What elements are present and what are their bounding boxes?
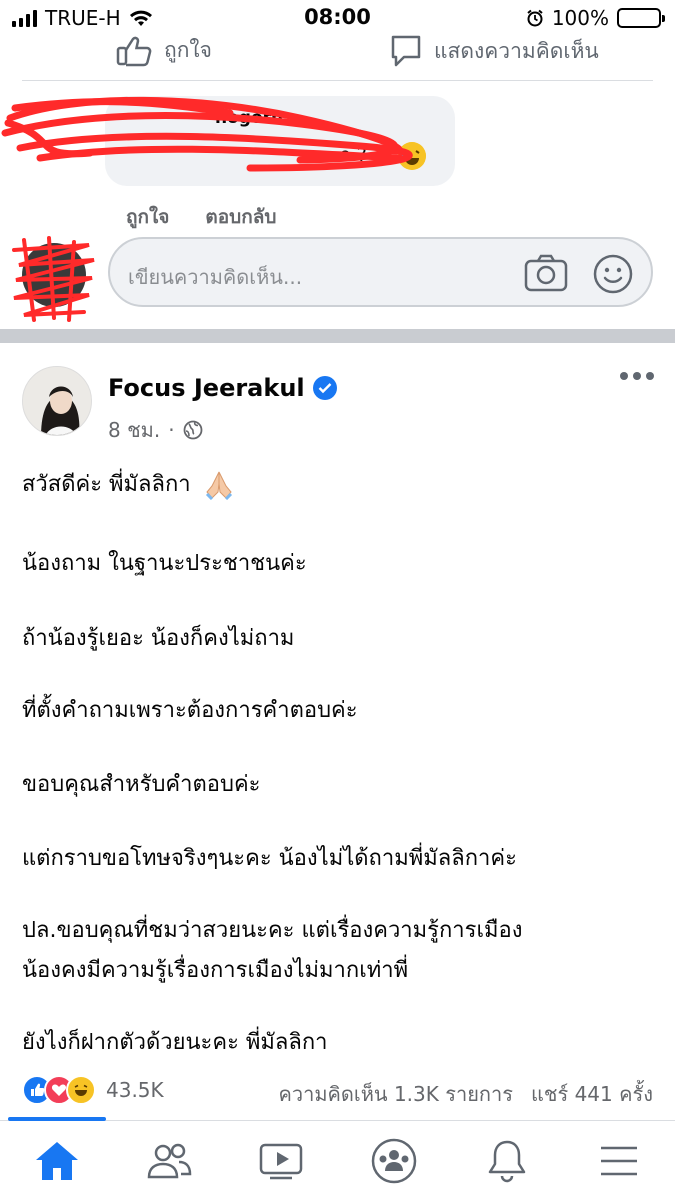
comment-button[interactable]: แสดงความคิดเห็น	[390, 34, 599, 68]
post-line: ที่ตั้งคำถามเพราะต้องการคำตอบค่ะ	[22, 698, 358, 723]
comment-icon	[391, 35, 421, 67]
reactions-count: 43.5K	[106, 1078, 164, 1102]
post-line: น้องถาม ในฐานะประชาชนค่ะ	[22, 551, 307, 576]
post-meta: 8 ชม. ·	[108, 414, 203, 446]
comment-actions: ถูกใจ ตอบกลับ	[126, 202, 276, 232]
verified-badge-icon	[312, 376, 337, 400]
groups-icon	[371, 1138, 417, 1184]
nav-watch[interactable]	[251, 1135, 311, 1187]
camera-icon[interactable]	[524, 253, 568, 293]
post-line: ปล.ขอบคุณที่ชมว่าสวยนะคะ แต่เรื่องความรู…	[22, 918, 523, 943]
comment-reply-button[interactable]: ตอบกลับ	[205, 202, 276, 232]
previous-post-actions: ถูกใจ แสดงความคิดเห็น	[0, 26, 675, 82]
post-author[interactable]: Focus Jeerakul	[108, 374, 337, 402]
nav-friends[interactable]	[139, 1135, 199, 1187]
post-time[interactable]: 8 ชม.	[108, 414, 160, 446]
haha-reaction-icon	[66, 1075, 96, 1105]
nav-notifications[interactable]	[477, 1135, 537, 1187]
like-button[interactable]: ถูกใจ	[116, 34, 212, 67]
post-line: แต่กราบขอโทษจริงๆนะคะ น้องไม่ได้ถามพี่มั…	[22, 846, 517, 871]
reactions-summary[interactable]: 43.5K	[22, 1075, 164, 1105]
post-stats: ความคิดเห็น 1.3K รายการ แชร์ 441 ครั้ง	[279, 1078, 653, 1110]
nav-groups[interactable]	[364, 1135, 424, 1187]
friends-icon	[147, 1143, 192, 1179]
feed-separator	[0, 329, 675, 343]
comment-like-button[interactable]: ถูกใจ	[126, 202, 169, 232]
alarm-icon	[527, 9, 543, 27]
meta-separator: ·	[168, 418, 175, 442]
post-line: สวัสดีค่ะ พี่มัลลิกา	[22, 466, 234, 501]
comment-input-placeholder: เขียนความคิดเห็น...	[128, 265, 303, 289]
thumbs-up-icon	[116, 36, 152, 66]
battery-icon	[617, 8, 665, 28]
nav-home[interactable]	[27, 1135, 87, 1187]
post-author-avatar[interactable]	[22, 366, 92, 436]
watch-icon	[259, 1143, 303, 1180]
comments-count[interactable]: ความคิดเห็น 1.3K รายการ	[279, 1078, 514, 1110]
post-line: ถ้าน้องรู้เยอะ น้องก็คงไม่ถาม	[22, 626, 295, 651]
home-icon	[36, 1142, 78, 1180]
active-tab-indicator	[8, 1117, 106, 1121]
globe-icon	[183, 420, 202, 440]
more-options-icon[interactable]	[620, 372, 654, 380]
comment-label: แสดงความคิดเห็น	[434, 38, 599, 63]
post-line: ขอบคุณสำหรับคำตอบค่ะ	[22, 772, 261, 797]
emoji-icon[interactable]	[592, 253, 634, 295]
menu-icon	[601, 1146, 637, 1176]
post-line: น้องคงมีความรู้เรื่องการเมืองไม่มากเท่าพ…	[22, 958, 409, 983]
like-label: ถูกใจ	[164, 38, 212, 62]
nav-menu[interactable]	[589, 1135, 649, 1187]
notifications-icon	[488, 1140, 526, 1183]
post-line: ยังไงก็ฝากตัวด้วยนะคะ พี่มัลลิกา	[22, 1030, 328, 1055]
post-line-text: สวัสดีค่ะ พี่มัลลิกา	[22, 472, 191, 497]
post-author-name[interactable]: Focus Jeerakul	[108, 374, 305, 402]
redaction-scribble	[1, 96, 413, 172]
avatar-redaction-scribble	[12, 236, 95, 322]
profile-photo	[23, 367, 91, 435]
divider	[22, 80, 653, 81]
praying-hands-emoji-icon	[205, 471, 232, 500]
comment-input[interactable]: เขียนความคิดเห็น...	[108, 237, 653, 307]
bottom-nav	[0, 1117, 675, 1200]
shares-count[interactable]: แชร์ 441 ครั้ง	[531, 1078, 653, 1110]
